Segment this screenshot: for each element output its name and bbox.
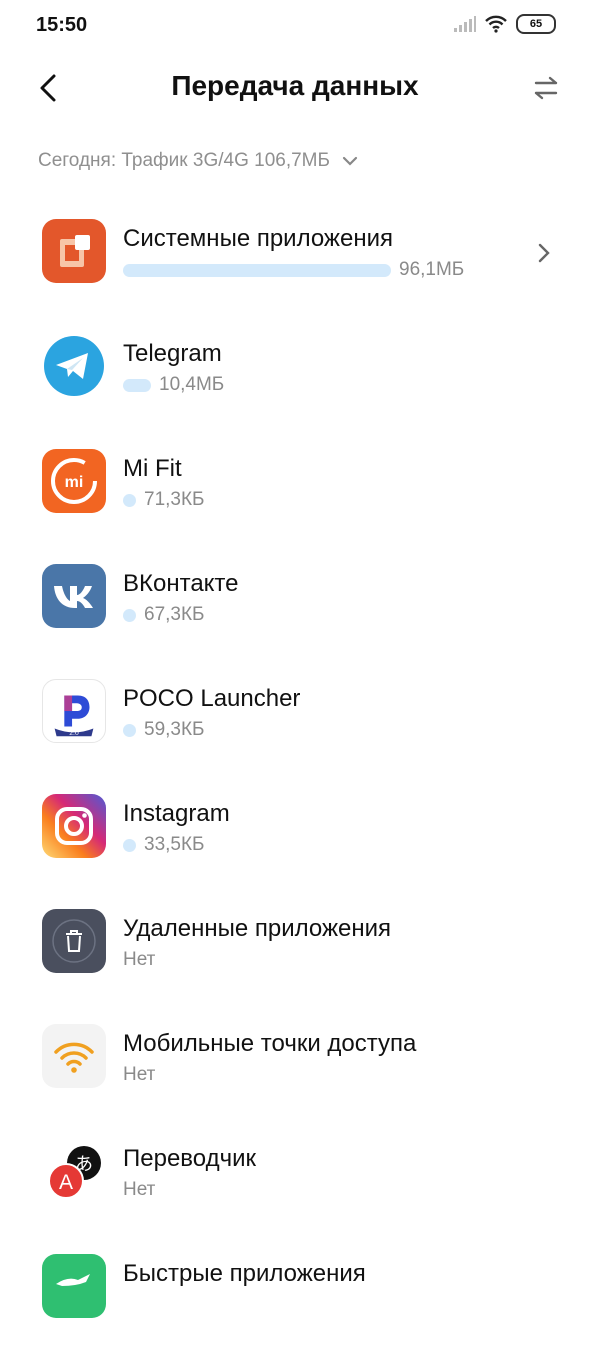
usage-bar [123, 493, 136, 507]
signal-icon [454, 16, 476, 32]
battery-indicator: 65 [516, 14, 556, 34]
app-name: POCO Launcher [123, 685, 301, 712]
app-row-mi-fit[interactable]: mi Mi Fit 71,3КБ [0, 425, 590, 540]
status-time: 15:50 [36, 14, 88, 36]
usage-bar [123, 378, 151, 392]
app-row-translator[interactable]: あ A Переводчик Нет [0, 1115, 590, 1230]
svg-text:mi: mi [65, 474, 84, 491]
usage-info: 10,4МБ [123, 374, 224, 396]
translator-icon: あ A [42, 1139, 106, 1203]
usage-value: Нет [123, 949, 156, 970]
usage-value: Нет [123, 1179, 156, 1200]
usage-value: 67,3КБ [144, 604, 205, 625]
usage-info: Нет [123, 1064, 155, 1086]
svg-text:2.0: 2.0 [69, 730, 79, 737]
traffic-filter-label: Сегодня: Трафик 3G/4G 106,7МБ [38, 150, 330, 171]
usage-value: 10,4МБ [159, 374, 225, 395]
chevron-down-icon [342, 156, 358, 166]
usage-info: 96,1МБ [123, 259, 464, 281]
app-row-hotspots[interactable]: Мобильные точки доступа Нет [0, 1000, 590, 1115]
sort-icon[interactable] [528, 70, 564, 106]
app-name: Удаленные приложения [123, 915, 392, 942]
telegram-icon [42, 334, 106, 398]
app-name: Telegram [123, 340, 222, 367]
app-row-poco-launcher[interactable]: 2.0 POCO Launcher 59,3КБ [0, 655, 590, 770]
usage-info: Нет [123, 949, 155, 971]
app-row-telegram[interactable]: Telegram 10,4МБ [0, 310, 590, 425]
instagram-icon [42, 794, 106, 858]
mi-fit-icon: mi [42, 449, 106, 513]
hotspot-icon [42, 1024, 106, 1088]
usage-info: 67,3КБ [123, 604, 205, 626]
usage-info: Нет [123, 1179, 155, 1201]
usage-value: 96,1МБ [399, 259, 465, 280]
app-row-system[interactable]: Системные приложения 96,1МБ [0, 195, 590, 310]
app-name: Системные приложения [123, 225, 393, 252]
usage-info: 33,5КБ [123, 834, 205, 856]
app-row-instagram[interactable]: Instagram 33,5КБ [0, 770, 590, 885]
app-row-quick-apps[interactable]: Быстрые приложения [0, 1230, 590, 1345]
svg-text:A: A [59, 1171, 73, 1194]
status-icons: 65 [454, 14, 556, 34]
app-row-deleted-apps[interactable]: Удаленные приложения Нет [0, 885, 590, 1000]
app-name: Быстрые приложения [123, 1260, 366, 1287]
usage-value: 59,3КБ [144, 719, 205, 740]
traffic-filter-dropdown[interactable]: Сегодня: Трафик 3G/4G 106,7МБ [38, 150, 358, 172]
header: Передача данных [0, 56, 590, 122]
vk-icon [42, 564, 106, 628]
usage-value: Нет [123, 1064, 156, 1085]
poco-launcher-icon: 2.0 [42, 679, 106, 743]
app-name: Instagram [123, 800, 230, 827]
chevron-right-icon [538, 243, 550, 263]
app-list: Системные приложения 96,1МБ Telegram 10,… [0, 195, 590, 1345]
usage-info: 59,3КБ [123, 719, 205, 741]
app-name: Mi Fit [123, 455, 182, 482]
usage-info: 71,3КБ [123, 489, 205, 511]
usage-bar [123, 263, 391, 277]
trash-icon [42, 909, 106, 973]
system-apps-icon [42, 219, 106, 283]
status-bar: 15:50 65 [0, 0, 590, 56]
wifi-icon [485, 15, 507, 33]
app-row-vk[interactable]: ВКонтакте 67,3КБ [0, 540, 590, 655]
page-title: Передача данных [171, 70, 419, 101]
usage-bar [123, 608, 136, 622]
usage-value: 33,5КБ [144, 834, 205, 855]
usage-bar [123, 723, 136, 737]
app-name: Мобильные точки доступа [123, 1030, 417, 1057]
usage-bar [123, 838, 136, 852]
usage-value: 71,3КБ [144, 489, 205, 510]
app-name: ВКонтакте [123, 570, 239, 597]
app-name: Переводчик [123, 1145, 257, 1172]
quick-apps-icon [42, 1254, 106, 1318]
